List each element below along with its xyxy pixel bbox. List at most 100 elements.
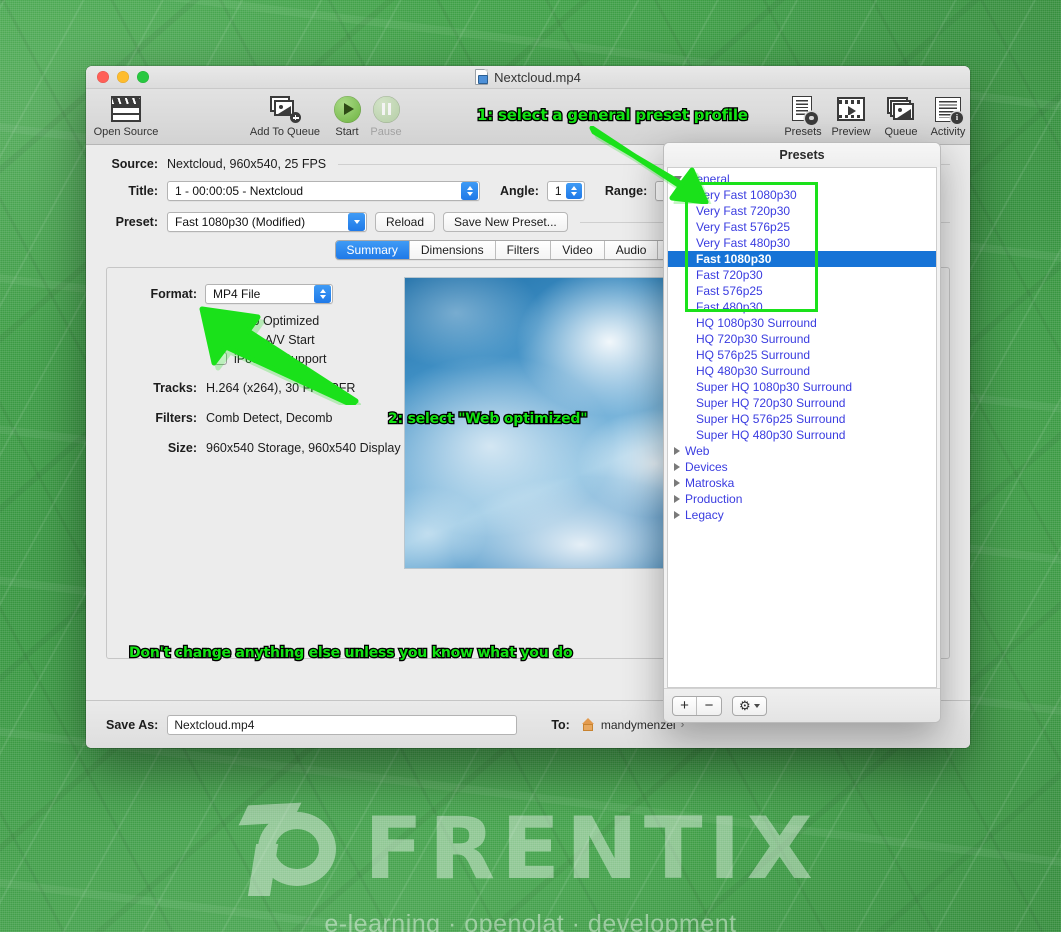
preset-item-super-hq-576p25-surround[interactable]: Super HQ 576p25 Surround bbox=[668, 411, 936, 427]
tab-video[interactable]: Video bbox=[551, 241, 604, 259]
annotation-step-3: Don't change anything else unless you kn… bbox=[129, 645, 572, 661]
title-label: Title: bbox=[106, 184, 158, 198]
tab-summary[interactable]: Summary bbox=[336, 241, 410, 259]
title-select-value: 1 - 00:00:05 - Nextcloud bbox=[175, 184, 457, 198]
presets-gear-icon bbox=[790, 94, 816, 124]
presets-footer: + − ⚙ bbox=[664, 688, 940, 722]
preset-item-super-hq-480p30-surround[interactable]: Super HQ 480p30 Surround bbox=[668, 427, 936, 443]
window-titlebar: Nextcloud.mp4 bbox=[86, 66, 970, 89]
annotation-step-2: 2: select "Web optimized" bbox=[388, 411, 587, 427]
toolbar-open-source[interactable]: Open Source bbox=[90, 94, 162, 138]
checkbox-box bbox=[214, 314, 227, 327]
tab-dimensions[interactable]: Dimensions bbox=[410, 241, 496, 259]
filters-label: Filters: bbox=[135, 411, 197, 425]
align-av-start-label: Align A/V Start bbox=[234, 333, 315, 347]
presets-list[interactable]: General Very Fast 1080p30 Very Fast 720p… bbox=[667, 167, 937, 688]
preset-group-general[interactable]: General bbox=[668, 171, 936, 187]
checkbox-box bbox=[214, 352, 227, 365]
preset-group-devices[interactable]: Devices bbox=[668, 459, 936, 475]
preset-item-hq-576p25-surround[interactable]: HQ 576p25 Surround bbox=[668, 347, 936, 363]
angle-label: Angle: bbox=[500, 184, 539, 198]
caret-down-icon bbox=[754, 704, 760, 708]
add-preset-button[interactable]: + bbox=[673, 697, 697, 715]
preview-film-icon bbox=[837, 94, 865, 124]
preset-item-very-fast-720p30[interactable]: Very Fast 720p30 bbox=[668, 203, 936, 219]
toolbar-activity-label: Activity bbox=[931, 126, 966, 138]
preset-label: Preset: bbox=[106, 215, 158, 229]
angle-select[interactable]: 1 bbox=[547, 181, 585, 201]
stepper-arrows-icon bbox=[566, 183, 582, 199]
preset-group-label: Matroska bbox=[685, 475, 734, 491]
preset-item-fast-480p30[interactable]: Fast 480p30 bbox=[668, 299, 936, 315]
web-optimized-label: Web Optimized bbox=[234, 314, 319, 328]
disclosure-triangle-icon bbox=[674, 176, 682, 182]
save-new-preset-button[interactable]: Save New Preset... bbox=[443, 212, 568, 232]
toolbar-add-to-queue-label: Add To Queue bbox=[250, 126, 320, 138]
quicktime-document-icon bbox=[475, 69, 488, 85]
preset-item-very-fast-576p25[interactable]: Very Fast 576p25 bbox=[668, 219, 936, 235]
presets-actions-menu-button[interactable]: ⚙ bbox=[732, 696, 767, 716]
source-value: Nextcloud, 960x540, 25 FPS bbox=[167, 157, 326, 171]
checkbox-box bbox=[214, 333, 227, 346]
tab-audio[interactable]: Audio bbox=[605, 241, 659, 259]
toolbar-open-source-label: Open Source bbox=[94, 126, 159, 138]
stepper-arrows-icon bbox=[461, 182, 478, 200]
format-select[interactable]: MP4 File bbox=[205, 284, 333, 304]
window-title: Nextcloud.mp4 bbox=[494, 70, 581, 85]
preset-group-production[interactable]: Production bbox=[668, 491, 936, 507]
ipod-5g-support-label: iPod 5G Support bbox=[234, 352, 326, 366]
preset-item-fast-1080p30[interactable]: Fast 1080p30 bbox=[668, 251, 936, 267]
format-label: Format: bbox=[135, 287, 197, 301]
tracks-label: Tracks: bbox=[135, 381, 197, 395]
preset-item-very-fast-1080p30[interactable]: Very Fast 1080p30 bbox=[668, 187, 936, 203]
preset-item-hq-720p30-surround[interactable]: HQ 720p30 Surround bbox=[668, 331, 936, 347]
add-to-queue-icon bbox=[270, 94, 300, 124]
filters-value: Comb Detect, Decomb bbox=[206, 411, 332, 425]
activity-log-icon: i bbox=[935, 94, 961, 124]
preset-item-very-fast-480p30[interactable]: Very Fast 480p30 bbox=[668, 235, 936, 251]
disclosure-triangle-icon bbox=[674, 495, 680, 503]
preset-group-label: Production bbox=[685, 491, 742, 507]
preset-group-label: Web bbox=[685, 443, 709, 459]
annotation-step-1: 1: select a general preset profile bbox=[477, 106, 748, 124]
preset-select[interactable]: Fast 1080p30 (Modified) bbox=[167, 212, 367, 232]
title-select[interactable]: 1 - 00:00:05 - Nextcloud bbox=[167, 181, 480, 201]
preset-group-label: Devices bbox=[685, 459, 728, 475]
preset-group-matroska[interactable]: Matroska bbox=[668, 475, 936, 491]
to-label: To: bbox=[551, 718, 570, 732]
save-as-input[interactable] bbox=[167, 715, 517, 735]
presets-popover-title: Presets bbox=[664, 143, 940, 167]
gear-icon: ⚙ bbox=[739, 699, 751, 712]
disclosure-triangle-icon bbox=[674, 479, 680, 487]
preset-group-legacy[interactable]: Legacy bbox=[668, 507, 936, 523]
tracks-value: H.264 (x264), 30 FPS PFR bbox=[206, 381, 355, 395]
preset-item-hq-480p30-surround[interactable]: HQ 480p30 Surround bbox=[668, 363, 936, 379]
preset-item-super-hq-720p30-surround[interactable]: Super HQ 720p30 Surround bbox=[668, 395, 936, 411]
chevron-down-icon bbox=[348, 213, 365, 231]
preset-group-web[interactable]: Web bbox=[668, 443, 936, 459]
remove-preset-button[interactable]: − bbox=[697, 697, 721, 715]
preset-item-fast-576p25[interactable]: Fast 576p25 bbox=[668, 283, 936, 299]
preset-item-hq-1080p30-surround[interactable]: HQ 1080p30 Surround bbox=[668, 315, 936, 331]
preset-select-value: Fast 1080p30 (Modified) bbox=[175, 215, 344, 229]
angle-select-value: 1 bbox=[555, 184, 562, 198]
clapperboard-icon bbox=[111, 94, 141, 124]
toolbar-activity[interactable]: i Activity bbox=[912, 94, 970, 138]
toolbar-pause-label: Pause bbox=[370, 126, 401, 138]
save-as-label: Save As: bbox=[106, 718, 158, 732]
tab-filters[interactable]: Filters bbox=[496, 241, 552, 259]
toolbar-pause[interactable]: Pause bbox=[350, 94, 422, 138]
format-select-value: MP4 File bbox=[213, 287, 310, 301]
pause-circle-icon bbox=[373, 94, 400, 124]
range-label: Range: bbox=[605, 184, 647, 198]
preset-item-fast-720p30[interactable]: Fast 720p30 bbox=[668, 267, 936, 283]
reload-button[interactable]: Reload bbox=[375, 212, 435, 232]
source-label: Source: bbox=[106, 157, 158, 171]
preset-item-super-hq-1080p30-surround[interactable]: Super HQ 1080p30 Surround bbox=[668, 379, 936, 395]
home-folder-icon bbox=[582, 718, 595, 731]
preset-group-label: General bbox=[687, 171, 730, 187]
stepper-arrows-icon bbox=[314, 285, 331, 303]
disclosure-triangle-icon bbox=[674, 511, 680, 519]
preset-group-label: Legacy bbox=[685, 507, 724, 523]
queue-stack-icon bbox=[887, 94, 915, 124]
